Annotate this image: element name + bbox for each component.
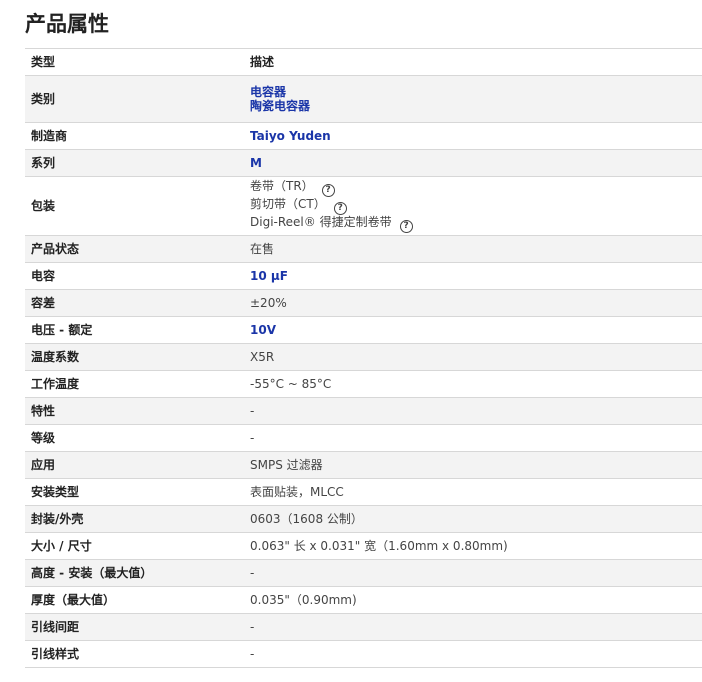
help-circle-icon[interactable]: ? — [333, 202, 347, 215]
row-value: - — [244, 613, 702, 641]
table-row: 包装 卷带（TR）? 剪切带（CT）? Digi-Reel® 得捷定制卷带? — [25, 176, 702, 236]
table-row: 封装/外壳 0603（1608 公制） — [25, 505, 702, 533]
table-row: 制造商 Taiyo Yuden — [25, 122, 702, 150]
packaging-option: 卷带（TR） — [250, 179, 314, 193]
row-value: 表面贴装，MLCC — [244, 478, 702, 506]
row-value: SMPS 过滤器 — [244, 451, 702, 479]
category-link-ceramic[interactable]: 陶瓷电容器 — [250, 99, 702, 113]
table-row: 引线样式 - — [25, 640, 702, 668]
row-label: 封装/外壳 — [25, 505, 244, 533]
row-value: - — [244, 424, 702, 452]
manufacturer-link[interactable]: Taiyo Yuden — [250, 129, 331, 143]
help-circle-icon[interactable]: ? — [321, 184, 335, 197]
table-row: 电容 10 µF — [25, 262, 702, 290]
table-row: 温度系数 X5R — [25, 343, 702, 371]
row-label: 类别 — [25, 75, 244, 123]
table-row: 高度 - 安装（最大值） - — [25, 559, 702, 587]
row-label: 引线样式 — [25, 640, 244, 668]
product-attributes-table: 类型 描述 类别 电容器 陶瓷电容器 制造商 Taiyo Yuden 系列 M … — [25, 48, 702, 668]
table-row: 工作温度 -55°C ~ 85°C — [25, 370, 702, 398]
table-row: 安装类型 表面贴装，MLCC — [25, 478, 702, 506]
row-label: 产品状态 — [25, 235, 244, 263]
row-label: 温度系数 — [25, 343, 244, 371]
row-label: 引线间距 — [25, 613, 244, 641]
packaging-value: 卷带（TR）? 剪切带（CT）? Digi-Reel® 得捷定制卷带? — [244, 176, 702, 236]
row-value: - — [244, 397, 702, 425]
row-label: 制造商 — [25, 122, 244, 150]
table-row: 特性 - — [25, 397, 702, 425]
row-value: - — [244, 559, 702, 587]
table-row: 厚度（最大值） 0.035"（0.90mm) — [25, 586, 702, 614]
row-value: - — [244, 640, 702, 668]
table-row: 应用 SMPS 过滤器 — [25, 451, 702, 479]
table-row: 等级 - — [25, 424, 702, 452]
row-label: 容差 — [25, 289, 244, 317]
table-row: 容差 ±20% — [25, 289, 702, 317]
row-value: 0.063" 长 x 0.031" 宽（1.60mm x 0.80mm) — [244, 532, 702, 560]
packaging-option: Digi-Reel® 得捷定制卷带 — [250, 215, 392, 229]
header-type: 类型 — [25, 48, 244, 76]
row-value: ±20% — [244, 289, 702, 317]
header-description: 描述 — [244, 48, 702, 76]
row-value: 0603（1608 公制） — [244, 505, 702, 533]
row-value: 0.035"（0.90mm) — [244, 586, 702, 614]
table-row: 类别 电容器 陶瓷电容器 — [25, 75, 702, 123]
row-value: X5R — [244, 343, 702, 371]
category-value: 电容器 陶瓷电容器 — [244, 75, 702, 123]
row-label: 大小 / 尺寸 — [25, 532, 244, 560]
table-row: 电压 - 额定 10V — [25, 316, 702, 344]
help-circle-icon[interactable]: ? — [399, 220, 413, 233]
row-label: 电压 - 额定 — [25, 316, 244, 344]
row-label: 电容 — [25, 262, 244, 290]
category-link-capacitors[interactable]: 电容器 — [250, 85, 702, 99]
row-label: 应用 — [25, 451, 244, 479]
row-value: -55°C ~ 85°C — [244, 370, 702, 398]
table-header-row: 类型 描述 — [25, 48, 702, 76]
page-title: 产品属性 — [25, 12, 109, 36]
packaging-option: 剪切带（CT） — [250, 197, 326, 211]
row-label: 安装类型 — [25, 478, 244, 506]
row-label: 工作温度 — [25, 370, 244, 398]
table-row: 产品状态 在售 — [25, 235, 702, 263]
row-label: 等级 — [25, 424, 244, 452]
series-link[interactable]: M — [250, 156, 262, 170]
row-label: 系列 — [25, 149, 244, 177]
row-label: 厚度（最大值） — [25, 586, 244, 614]
row-label: 高度 - 安装（最大值） — [25, 559, 244, 587]
capacitance-link[interactable]: 10 µF — [250, 269, 288, 283]
voltage-link[interactable]: 10V — [250, 323, 276, 337]
table-row: 大小 / 尺寸 0.063" 长 x 0.031" 宽（1.60mm x 0.8… — [25, 532, 702, 560]
row-value: 在售 — [244, 235, 702, 263]
row-label: 包装 — [25, 176, 244, 236]
row-label: 特性 — [25, 397, 244, 425]
table-row: 系列 M — [25, 149, 702, 177]
table-row: 引线间距 - — [25, 613, 702, 641]
